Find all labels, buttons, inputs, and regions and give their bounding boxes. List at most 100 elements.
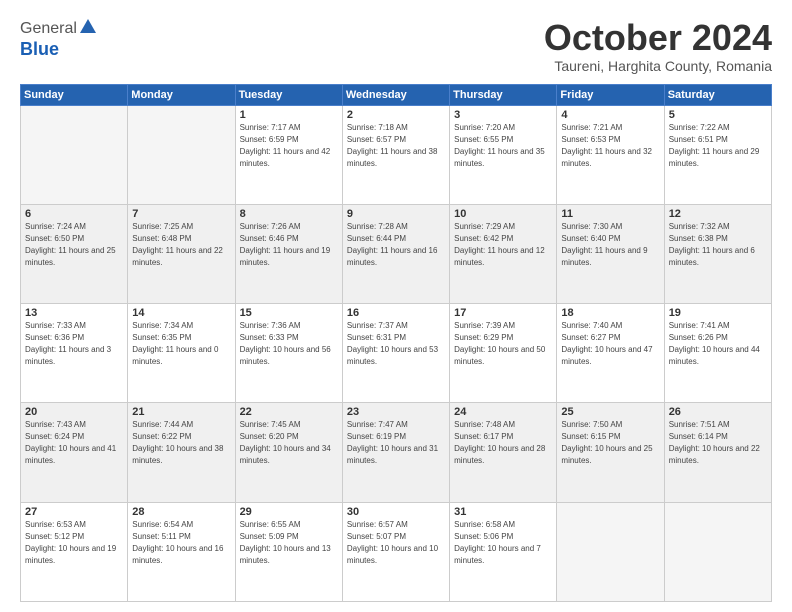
calendar-cell: 16Sunrise: 7:37 AMSunset: 6:31 PMDayligh… xyxy=(342,304,449,403)
logo-triangle-icon xyxy=(79,18,97,34)
logo: General Blue xyxy=(20,18,97,60)
calendar-cell: 14Sunrise: 7:34 AMSunset: 6:35 PMDayligh… xyxy=(128,304,235,403)
day-number: 2 xyxy=(347,109,445,121)
calendar-cell: 6Sunrise: 7:24 AMSunset: 6:50 PMDaylight… xyxy=(21,204,128,303)
calendar-cell: 24Sunrise: 7:48 AMSunset: 6:17 PMDayligh… xyxy=(450,403,557,502)
weekday-header-wednesday: Wednesday xyxy=(342,84,449,105)
calendar-cell: 23Sunrise: 7:47 AMSunset: 6:19 PMDayligh… xyxy=(342,403,449,502)
day-number: 3 xyxy=(454,109,552,121)
calendar-cell: 17Sunrise: 7:39 AMSunset: 6:29 PMDayligh… xyxy=(450,304,557,403)
day-number: 30 xyxy=(347,506,445,518)
day-detail: Sunrise: 6:58 AMSunset: 5:06 PMDaylight:… xyxy=(454,519,552,567)
day-number: 5 xyxy=(669,109,767,121)
calendar-cell xyxy=(21,105,128,204)
day-detail: Sunrise: 7:20 AMSunset: 6:55 PMDaylight:… xyxy=(454,122,552,170)
day-number: 10 xyxy=(454,208,552,220)
day-detail: Sunrise: 7:39 AMSunset: 6:29 PMDaylight:… xyxy=(454,320,552,368)
calendar-cell: 27Sunrise: 6:53 AMSunset: 5:12 PMDayligh… xyxy=(21,502,128,601)
day-detail: Sunrise: 7:26 AMSunset: 6:46 PMDaylight:… xyxy=(240,221,338,269)
day-detail: Sunrise: 7:50 AMSunset: 6:15 PMDaylight:… xyxy=(561,419,659,467)
day-detail: Sunrise: 7:45 AMSunset: 6:20 PMDaylight:… xyxy=(240,419,338,467)
calendar-cell: 31Sunrise: 6:58 AMSunset: 5:06 PMDayligh… xyxy=(450,502,557,601)
day-number: 26 xyxy=(669,406,767,418)
day-detail: Sunrise: 7:44 AMSunset: 6:22 PMDaylight:… xyxy=(132,419,230,467)
day-detail: Sunrise: 7:48 AMSunset: 6:17 PMDaylight:… xyxy=(454,419,552,467)
day-number: 8 xyxy=(240,208,338,220)
weekday-header-saturday: Saturday xyxy=(664,84,771,105)
calendar-table: SundayMondayTuesdayWednesdayThursdayFrid… xyxy=(20,84,772,602)
calendar-cell: 2Sunrise: 7:18 AMSunset: 6:57 PMDaylight… xyxy=(342,105,449,204)
location-subtitle: Taureni, Harghita County, Romania xyxy=(544,58,772,74)
calendar-cell: 22Sunrise: 7:45 AMSunset: 6:20 PMDayligh… xyxy=(235,403,342,502)
day-detail: Sunrise: 7:34 AMSunset: 6:35 PMDaylight:… xyxy=(132,320,230,368)
day-detail: Sunrise: 7:18 AMSunset: 6:57 PMDaylight:… xyxy=(347,122,445,170)
day-detail: Sunrise: 6:53 AMSunset: 5:12 PMDaylight:… xyxy=(25,519,123,567)
day-number: 14 xyxy=(132,307,230,319)
day-number: 1 xyxy=(240,109,338,121)
day-detail: Sunrise: 7:33 AMSunset: 6:36 PMDaylight:… xyxy=(25,320,123,368)
calendar-cell: 8Sunrise: 7:26 AMSunset: 6:46 PMDaylight… xyxy=(235,204,342,303)
day-detail: Sunrise: 7:25 AMSunset: 6:48 PMDaylight:… xyxy=(132,221,230,269)
logo-general-text: General xyxy=(20,20,77,38)
calendar-cell: 11Sunrise: 7:30 AMSunset: 6:40 PMDayligh… xyxy=(557,204,664,303)
calendar-cell: 10Sunrise: 7:29 AMSunset: 6:42 PMDayligh… xyxy=(450,204,557,303)
calendar-cell: 26Sunrise: 7:51 AMSunset: 6:14 PMDayligh… xyxy=(664,403,771,502)
day-detail: Sunrise: 7:30 AMSunset: 6:40 PMDaylight:… xyxy=(561,221,659,269)
calendar-cell: 20Sunrise: 7:43 AMSunset: 6:24 PMDayligh… xyxy=(21,403,128,502)
day-number: 12 xyxy=(669,208,767,220)
calendar-cell: 4Sunrise: 7:21 AMSunset: 6:53 PMDaylight… xyxy=(557,105,664,204)
day-number: 11 xyxy=(561,208,659,220)
day-detail: Sunrise: 7:36 AMSunset: 6:33 PMDaylight:… xyxy=(240,320,338,368)
day-number: 22 xyxy=(240,406,338,418)
day-number: 20 xyxy=(25,406,123,418)
day-detail: Sunrise: 7:51 AMSunset: 6:14 PMDaylight:… xyxy=(669,419,767,467)
week-row-3: 13Sunrise: 7:33 AMSunset: 6:36 PMDayligh… xyxy=(21,304,772,403)
day-detail: Sunrise: 7:37 AMSunset: 6:31 PMDaylight:… xyxy=(347,320,445,368)
week-row-1: 1Sunrise: 7:17 AMSunset: 6:59 PMDaylight… xyxy=(21,105,772,204)
day-number: 29 xyxy=(240,506,338,518)
day-number: 13 xyxy=(25,307,123,319)
calendar-cell: 21Sunrise: 7:44 AMSunset: 6:22 PMDayligh… xyxy=(128,403,235,502)
day-detail: Sunrise: 7:21 AMSunset: 6:53 PMDaylight:… xyxy=(561,122,659,170)
day-number: 4 xyxy=(561,109,659,121)
calendar-cell: 18Sunrise: 7:40 AMSunset: 6:27 PMDayligh… xyxy=(557,304,664,403)
day-detail: Sunrise: 7:40 AMSunset: 6:27 PMDaylight:… xyxy=(561,320,659,368)
calendar-cell: 5Sunrise: 7:22 AMSunset: 6:51 PMDaylight… xyxy=(664,105,771,204)
day-detail: Sunrise: 7:41 AMSunset: 6:26 PMDaylight:… xyxy=(669,320,767,368)
day-detail: Sunrise: 7:28 AMSunset: 6:44 PMDaylight:… xyxy=(347,221,445,269)
logo-blue-text: Blue xyxy=(20,39,59,59)
calendar-cell: 19Sunrise: 7:41 AMSunset: 6:26 PMDayligh… xyxy=(664,304,771,403)
day-number: 21 xyxy=(132,406,230,418)
day-number: 16 xyxy=(347,307,445,319)
day-detail: Sunrise: 7:43 AMSunset: 6:24 PMDaylight:… xyxy=(25,419,123,467)
calendar-cell xyxy=(128,105,235,204)
weekday-header-monday: Monday xyxy=(128,84,235,105)
day-detail: Sunrise: 7:17 AMSunset: 6:59 PMDaylight:… xyxy=(240,122,338,170)
calendar-cell: 30Sunrise: 6:57 AMSunset: 5:07 PMDayligh… xyxy=(342,502,449,601)
week-row-4: 20Sunrise: 7:43 AMSunset: 6:24 PMDayligh… xyxy=(21,403,772,502)
day-detail: Sunrise: 6:55 AMSunset: 5:09 PMDaylight:… xyxy=(240,519,338,567)
day-number: 25 xyxy=(561,406,659,418)
calendar-cell: 7Sunrise: 7:25 AMSunset: 6:48 PMDaylight… xyxy=(128,204,235,303)
calendar-cell: 1Sunrise: 7:17 AMSunset: 6:59 PMDaylight… xyxy=(235,105,342,204)
calendar-cell: 9Sunrise: 7:28 AMSunset: 6:44 PMDaylight… xyxy=(342,204,449,303)
weekday-header-thursday: Thursday xyxy=(450,84,557,105)
month-title: October 2024 xyxy=(544,18,772,58)
day-detail: Sunrise: 7:29 AMSunset: 6:42 PMDaylight:… xyxy=(454,221,552,269)
calendar-cell xyxy=(664,502,771,601)
title-block: October 2024 Taureni, Harghita County, R… xyxy=(544,18,772,74)
calendar-cell: 25Sunrise: 7:50 AMSunset: 6:15 PMDayligh… xyxy=(557,403,664,502)
day-number: 6 xyxy=(25,208,123,220)
calendar-cell: 13Sunrise: 7:33 AMSunset: 6:36 PMDayligh… xyxy=(21,304,128,403)
calendar-cell: 29Sunrise: 6:55 AMSunset: 5:09 PMDayligh… xyxy=(235,502,342,601)
weekday-header-friday: Friday xyxy=(557,84,664,105)
week-row-5: 27Sunrise: 6:53 AMSunset: 5:12 PMDayligh… xyxy=(21,502,772,601)
page: General Blue October 2024 Taureni, Hargh… xyxy=(0,0,792,612)
day-number: 27 xyxy=(25,506,123,518)
weekday-header-tuesday: Tuesday xyxy=(235,84,342,105)
calendar-cell: 12Sunrise: 7:32 AMSunset: 6:38 PMDayligh… xyxy=(664,204,771,303)
calendar-cell: 28Sunrise: 6:54 AMSunset: 5:11 PMDayligh… xyxy=(128,502,235,601)
calendar-cell: 15Sunrise: 7:36 AMSunset: 6:33 PMDayligh… xyxy=(235,304,342,403)
day-detail: Sunrise: 7:24 AMSunset: 6:50 PMDaylight:… xyxy=(25,221,123,269)
calendar-cell: 3Sunrise: 7:20 AMSunset: 6:55 PMDaylight… xyxy=(450,105,557,204)
